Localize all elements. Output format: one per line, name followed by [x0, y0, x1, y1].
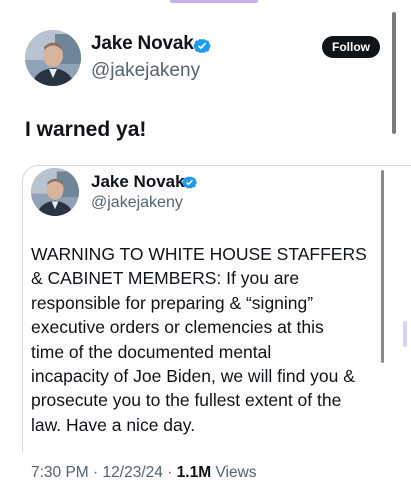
page-scrollbar[interactable] — [392, 12, 396, 134]
quoted-tweet-text: WARNING TO WHITE HOUSE STAFFERS & CABINE… — [31, 242, 385, 437]
views-count[interactable]: 1.1M — [177, 464, 211, 481]
top-accent-bar — [170, 0, 258, 3]
meta-separator: · — [167, 464, 173, 481]
follow-button[interactable]: Follow — [322, 36, 380, 58]
quoted-tweet-line: time of the documented mental — [31, 341, 272, 362]
quoted-author-name[interactable]: Jake Novak — [91, 172, 185, 192]
quoted-author-handle[interactable]: @jakejakeny — [91, 194, 183, 212]
quoted-tweet-line: responsible for preparing & “signing” — [31, 292, 314, 313]
avatar-photo — [25, 30, 81, 86]
avatar-photo — [31, 168, 79, 216]
tweet-time[interactable]: 7:30 PM — [31, 464, 89, 481]
quoted-tweet-line: & CABINET MEMBERS: If you are — [31, 268, 300, 289]
quoted-tweet-line: prosecute you to the fullest extent of t… — [31, 390, 342, 411]
tweet-date[interactable]: 12/23/24 — [103, 464, 163, 481]
verified-badge-icon — [182, 176, 197, 189]
views-label: Views — [215, 464, 257, 481]
quoted-tweet-line: law. Have a nice day. — [31, 414, 196, 435]
verified-badge-icon — [193, 39, 211, 53]
quoted-tweet-line: WARNING TO WHITE HOUSE STAFFERS — [31, 244, 367, 264]
author-name[interactable]: Jake Novak — [91, 33, 194, 55]
quoted-tweet-line: incapacity of Joe Biden, we will find yo… — [31, 366, 355, 387]
quoted-tweet-meta: 7:30 PM · 12/23/24 · 1.1M Views — [31, 464, 257, 482]
quoted-author-avatar[interactable] — [31, 168, 79, 216]
tweet-text: I warned ya! — [25, 118, 147, 141]
quoted-tweet-line: executive orders or clemencies at this — [31, 317, 324, 338]
meta-separator: · — [93, 464, 99, 481]
author-handle[interactable]: @jakejakeny — [91, 60, 200, 82]
author-avatar[interactable] — [25, 30, 81, 86]
